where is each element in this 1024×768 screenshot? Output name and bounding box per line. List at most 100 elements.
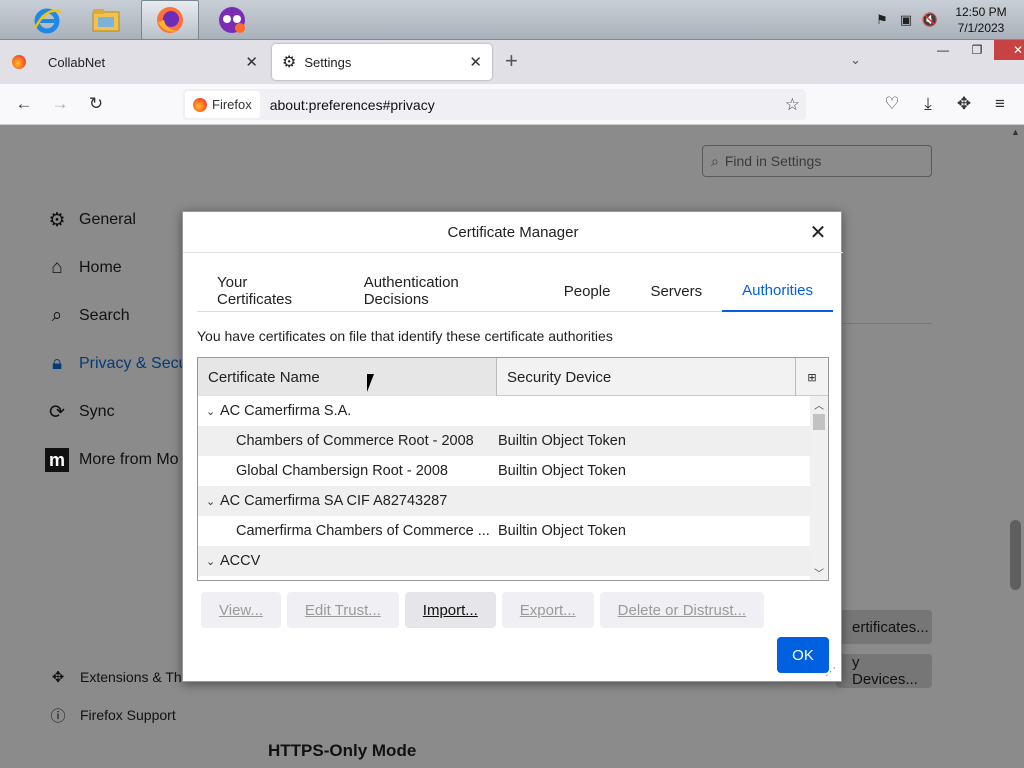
sidebar-item-home[interactable]: ⌂ Home bbox=[45, 256, 122, 280]
button-label: ertificates... bbox=[852, 618, 929, 636]
table-row[interactable]: ⌄ AC Camerfirma S.A. bbox=[198, 396, 810, 426]
tab-your-certificates[interactable]: Your Certificates bbox=[197, 270, 344, 312]
tab-authorities[interactable]: Authorities bbox=[722, 270, 833, 312]
sidebar-item-sync[interactable]: ⟳ Sync bbox=[45, 400, 115, 424]
table-row[interactable]: ⌄ ACCV bbox=[198, 546, 810, 576]
tree-scrollbar-thumb[interactable] bbox=[813, 414, 825, 430]
divider bbox=[840, 323, 932, 324]
extensions-icon[interactable]: ✥ bbox=[953, 93, 975, 115]
sidebar-item-label: Extensions & The bbox=[80, 669, 190, 685]
column-security-device[interactable]: Security Device bbox=[497, 358, 796, 396]
url-bar[interactable]: Firefox about:preferences#privacy ☆ bbox=[183, 89, 806, 120]
import-button[interactable]: Import... bbox=[404, 592, 496, 628]
private-browsing-icon[interactable] bbox=[203, 0, 261, 40]
gear-icon: ⚙ bbox=[282, 54, 297, 71]
clock-time: 12:50 PM bbox=[955, 5, 1007, 19]
view-certificates-button[interactable]: ertificates... bbox=[836, 610, 932, 644]
minimize-icon[interactable]: — bbox=[926, 40, 960, 60]
scroll-up-icon[interactable]: ▲ bbox=[1011, 127, 1020, 137]
internet-explorer-icon[interactable] bbox=[18, 0, 76, 40]
sidebar-item-label: Home bbox=[79, 259, 122, 276]
taskbar: ⚑ ▣ 🔇 12:50 PM 7/1/2023 bbox=[0, 0, 1024, 40]
sidebar-item-search[interactable]: ⌕ Search bbox=[45, 304, 130, 328]
security-devices-button[interactable]: y Devices... bbox=[836, 654, 932, 688]
sidebar-item-label: Search bbox=[79, 307, 130, 324]
ok-button[interactable]: OK bbox=[777, 637, 829, 673]
clock[interactable]: 12:50 PM 7/1/2023 bbox=[946, 4, 1016, 36]
url-text[interactable]: about:preferences#privacy bbox=[270, 97, 435, 113]
table-row[interactable]: Camerfirma Chambers of Commerce ... Buil… bbox=[198, 516, 810, 546]
tree-scrollbar[interactable]: ︿ ﹀ bbox=[810, 396, 828, 580]
downloads-icon[interactable]: ⤓ bbox=[917, 93, 939, 115]
forward-icon[interactable]: → bbox=[49, 93, 71, 115]
certificate-tree[interactable]: Certificate Name Security Device ⊞ ⌄ AC C… bbox=[197, 357, 829, 581]
menu-icon[interactable]: ≡ bbox=[989, 93, 1011, 115]
cert-device: Builtin Object Token bbox=[498, 523, 626, 539]
close-icon[interactable]: ✕ bbox=[807, 221, 829, 244]
back-icon[interactable]: ← bbox=[13, 93, 35, 115]
firefox-icon bbox=[193, 97, 207, 112]
cert-name: Camerfirma Chambers of Commerce ... bbox=[236, 523, 490, 539]
help-icon: ⓘ bbox=[50, 707, 66, 725]
tab-bar: CollabNet ✕ ⚙ Settings ✕ + ⌄ bbox=[0, 40, 1024, 84]
sidebar-item-label: Sync bbox=[79, 403, 115, 420]
chevron-down-icon[interactable]: ⌄ bbox=[206, 405, 220, 418]
edit-trust-button[interactable]: Edit Trust... bbox=[286, 592, 399, 628]
table-row[interactable]: Chambers of Commerce Root - 2008 Builtin… bbox=[198, 426, 810, 456]
certificate-actions: View... Edit Trust... Import... Export..… bbox=[201, 592, 765, 628]
export-button[interactable]: Export... bbox=[501, 592, 594, 628]
mozilla-icon: m bbox=[45, 448, 69, 472]
sidebar-item-support[interactable]: ⓘ Firefox Support bbox=[48, 703, 176, 727]
sidebar-item-privacy[interactable]: 🔒︎ Privacy & Secu bbox=[45, 352, 188, 376]
chevron-down-icon[interactable]: ﹀ bbox=[810, 564, 828, 580]
table-row[interactable]: Global Chambersign Root - 2008 Builtin O… bbox=[198, 456, 810, 486]
flag-icon[interactable]: ⚑ bbox=[874, 12, 890, 28]
network-icon[interactable]: ▣ bbox=[898, 12, 914, 28]
sidebar-item-extensions[interactable]: ✥ Extensions & The bbox=[48, 665, 190, 689]
list-tabs-icon[interactable]: ⌄ bbox=[850, 52, 861, 68]
tab-authentication-decisions[interactable]: Authentication Decisions bbox=[344, 270, 544, 312]
close-window-icon[interactable]: ✕ bbox=[994, 40, 1024, 60]
restore-icon[interactable]: ❐ bbox=[960, 40, 994, 60]
resize-grip-icon[interactable]: ⋰ bbox=[825, 665, 839, 679]
navigation-bar: ← → ↻ Firefox about:preferences#privacy … bbox=[0, 84, 1024, 125]
tab-people[interactable]: People bbox=[544, 270, 631, 312]
identity-box[interactable]: Firefox bbox=[185, 91, 260, 118]
identity-label: Firefox bbox=[212, 97, 252, 112]
sidebar-item-general[interactable]: ⚙ General bbox=[45, 208, 135, 232]
file-explorer-icon[interactable] bbox=[77, 0, 135, 40]
column-certificate-name[interactable]: Certificate Name bbox=[198, 358, 497, 396]
sidebar-item-label: Firefox Support bbox=[80, 707, 176, 723]
tab-settings[interactable]: ⚙ Settings ✕ bbox=[272, 44, 492, 80]
authorities-description: You have certificates on file that ident… bbox=[197, 328, 613, 344]
cert-name: Global Chambersign Root - 2008 bbox=[236, 463, 448, 479]
tab-servers[interactable]: Servers bbox=[630, 270, 722, 312]
page-scrollbar[interactable]: ▲ bbox=[1008, 125, 1024, 768]
lock-icon: 🔒︎ bbox=[51, 353, 63, 374]
close-tab-icon[interactable]: ✕ bbox=[245, 53, 258, 71]
delete-or-distrust-button[interactable]: Delete or Distrust... bbox=[599, 592, 765, 628]
firefox-taskbar-icon[interactable] bbox=[141, 0, 199, 40]
new-tab-icon[interactable]: + bbox=[505, 48, 518, 74]
close-tab-icon[interactable]: ✕ bbox=[469, 53, 482, 71]
scrollbar-thumb[interactable] bbox=[1010, 520, 1021, 590]
chevron-down-icon[interactable]: ⌄ bbox=[206, 495, 220, 508]
reload-icon[interactable]: ↻ bbox=[85, 93, 107, 115]
cert-name: Chambers of Commerce Root - 2008 bbox=[236, 433, 474, 449]
volume-muted-icon[interactable]: 🔇 bbox=[922, 12, 938, 28]
dialog-title: Certificate Manager bbox=[183, 212, 843, 253]
view-button[interactable]: View... bbox=[201, 592, 281, 628]
search-icon: ⌕ bbox=[51, 305, 63, 326]
tab-collabnet[interactable]: CollabNet ✕ bbox=[0, 44, 268, 80]
certificate-manager-dialog: Certificate Manager ✕ Your Certificates … bbox=[182, 211, 843, 682]
column-picker-icon[interactable]: ⊞ bbox=[796, 358, 828, 396]
find-in-settings-input[interactable]: ⌕ Find in Settings bbox=[702, 145, 932, 177]
bookmark-star-icon[interactable]: ☆ bbox=[785, 95, 800, 115]
pocket-icon[interactable]: ♡ bbox=[881, 93, 903, 115]
puzzle-icon: ✥ bbox=[51, 669, 65, 686]
search-icon: ⌕ bbox=[711, 152, 719, 169]
chevron-down-icon[interactable]: ⌄ bbox=[206, 555, 220, 568]
table-row[interactable]: ⌄ AC Camerfirma SA CIF A82743287 bbox=[198, 486, 810, 516]
sidebar-item-more-from-mozilla[interactable]: m More from Mo bbox=[45, 448, 179, 472]
chevron-up-icon[interactable]: ︿ bbox=[810, 396, 828, 412]
